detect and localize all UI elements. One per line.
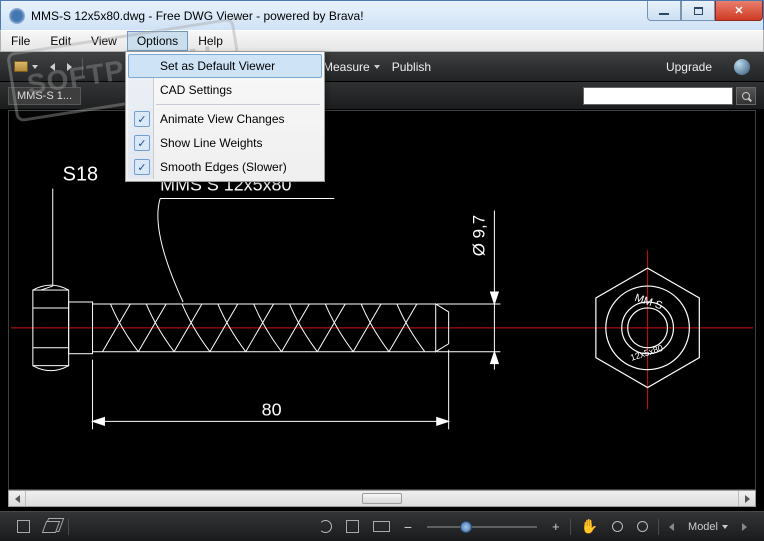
- menu-item-label: Animate View Changes: [160, 112, 285, 126]
- maximize-button[interactable]: [681, 1, 715, 21]
- main-toolbar: Measure Publish Upgrade: [0, 52, 764, 82]
- menu-item-label: Smooth Edges (Slower): [160, 160, 287, 174]
- menu-item-label: CAD Settings: [160, 83, 232, 97]
- menu-options[interactable]: Options: [127, 31, 188, 51]
- window-controls: ✕: [647, 1, 763, 21]
- drawing-canvas[interactable]: MM S 12x5x80 S18 MMS S 12x5x80 80 Ø 9,7: [8, 110, 756, 490]
- menu-edit[interactable]: Edit: [40, 31, 81, 51]
- menu-item-cad-settings[interactable]: CAD Settings: [128, 78, 322, 102]
- folder-icon: [14, 61, 28, 72]
- window-titlebar: MMS-S 12x5x80.dwg - Free DWG Viewer - po…: [0, 0, 764, 30]
- search-icon: [742, 92, 750, 100]
- menu-file[interactable]: File: [1, 31, 40, 51]
- open-button[interactable]: [8, 52, 44, 81]
- scroll-left-button[interactable]: [9, 491, 26, 506]
- check-icon: ✓: [134, 135, 150, 151]
- search-input[interactable]: [583, 87, 733, 105]
- menu-help[interactable]: Help: [188, 31, 233, 51]
- search-button[interactable]: [736, 87, 756, 105]
- prev-button[interactable]: [44, 52, 61, 81]
- menu-item-label: Set as Default Viewer: [160, 59, 275, 73]
- check-icon: ✓: [134, 159, 150, 175]
- arrow-left-icon: [50, 63, 55, 71]
- document-bar: MMS-S 1...: [0, 82, 764, 110]
- arrow-right-icon: [67, 63, 72, 71]
- menu-item-show-line-weights[interactable]: ✓ Show Line Weights: [128, 131, 322, 155]
- file-tab[interactable]: MMS-S 1...: [8, 87, 81, 105]
- options-dropdown: Set as Default Viewer CAD Settings ✓ Ani…: [125, 51, 325, 182]
- horizontal-scrollbar[interactable]: [8, 490, 756, 507]
- upgrade-label: Upgrade: [666, 60, 712, 74]
- check-icon: ✓: [134, 111, 150, 127]
- svg-text:12x5x80: 12x5x80: [629, 343, 664, 363]
- arrow-left-icon: [15, 495, 20, 503]
- svg-text:MM S: MM S: [633, 292, 664, 312]
- menu-separator: [156, 104, 320, 105]
- svg-text:S18: S18: [63, 164, 98, 186]
- menu-item-set-default-viewer[interactable]: Set as Default Viewer: [128, 54, 322, 78]
- globe-icon: [734, 59, 750, 75]
- scroll-right-button[interactable]: [738, 491, 755, 506]
- publish-label: Publish: [392, 60, 431, 74]
- minimize-button[interactable]: [647, 1, 681, 21]
- globe-button[interactable]: [728, 52, 756, 81]
- svg-text:Ø 9,7: Ø 9,7: [469, 215, 488, 256]
- publish-button[interactable]: Publish: [386, 52, 437, 81]
- window-title: MMS-S 12x5x80.dwg - Free DWG Viewer - po…: [31, 9, 364, 23]
- arrow-right-icon: [745, 495, 750, 503]
- status-toolbar: − + ✋ Model: [0, 511, 764, 541]
- measure-menu[interactable]: Measure: [317, 52, 386, 81]
- measure-label: Measure: [323, 60, 370, 74]
- scroll-thumb[interactable]: [362, 493, 402, 504]
- menu-item-animate-view-changes[interactable]: ✓ Animate View Changes: [128, 107, 322, 131]
- svg-text:80: 80: [262, 399, 282, 419]
- upgrade-button[interactable]: Upgrade: [660, 52, 718, 81]
- menu-item-smooth-edges[interactable]: ✓ Smooth Edges (Slower): [128, 155, 322, 179]
- close-button[interactable]: ✕: [715, 1, 763, 21]
- app-icon: [9, 8, 25, 24]
- menu-item-label: Show Line Weights: [160, 136, 263, 150]
- next-button[interactable]: [61, 52, 78, 81]
- menubar: File Edit View Options Help: [0, 30, 764, 52]
- menu-view[interactable]: View: [81, 31, 127, 51]
